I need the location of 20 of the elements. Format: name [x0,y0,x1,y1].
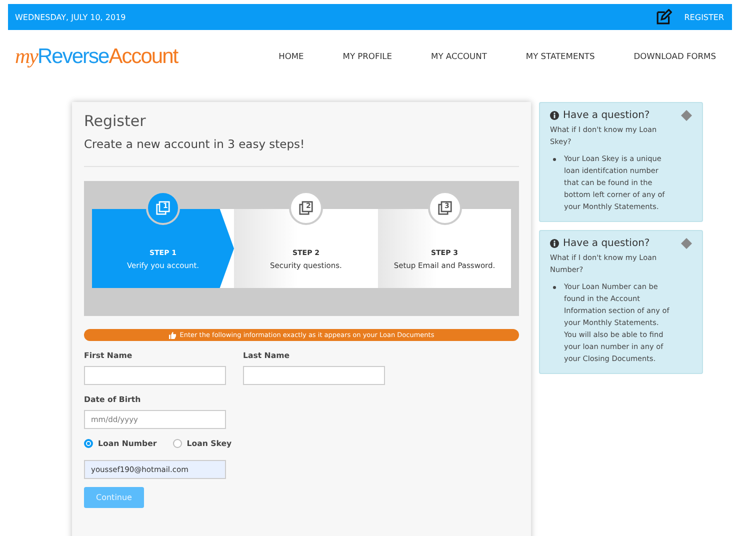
card-title: Register [84,112,147,130]
card-subtitle: Create a new account in 3 easy steps! [84,137,306,151]
nav-link[interactable]: DOWNLOAD FORMS [634,51,716,61]
help-title: Have a question? [563,110,650,121]
nav-link[interactable]: MY PROFILE [342,51,392,61]
info-icon [550,111,559,120]
nav-link[interactable]: MY ACCOUNT [431,51,487,61]
thumbs-up-icon [168,332,176,338]
nav-link[interactable]: MY STATEMENTS [526,51,595,61]
help-title: Have a question? [563,238,650,249]
edit-icon[interactable] [656,9,672,25]
last-name-field[interactable] [243,366,385,385]
bullet-icon [553,158,556,161]
first-name-field[interactable] [84,366,226,385]
nav-link[interactable]: HOME [278,51,304,61]
info-icon [550,239,559,248]
bullet-icon [553,286,556,289]
date-text: WEDNESDAY, JULY 10, 2019 [15,12,127,22]
radio-button[interactable] [172,439,182,448]
radio-button[interactable] [84,439,93,448]
